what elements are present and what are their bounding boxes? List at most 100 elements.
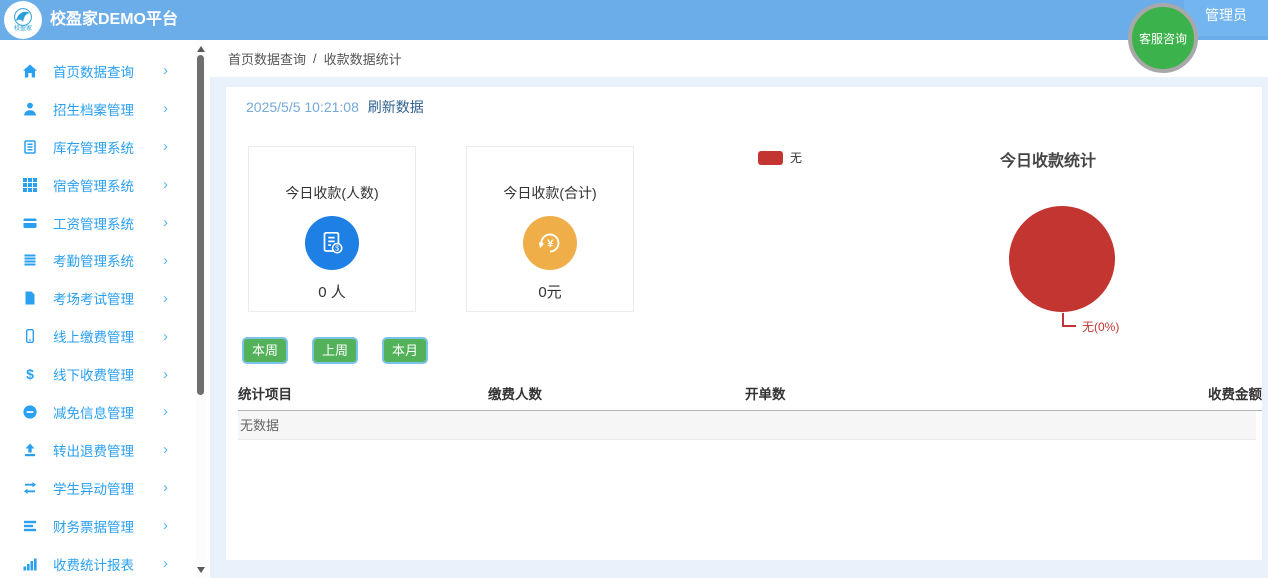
sidebar-item-label: 线下收费管理 <box>53 368 134 384</box>
chevron-right-icon: › <box>163 441 168 459</box>
svg-text:$: $ <box>26 366 34 382</box>
legend-swatch <box>758 150 783 165</box>
sidebar-item-label: 线上缴费管理 <box>53 330 134 346</box>
column-header-payers: 缴费人数 <box>488 387 542 402</box>
bill-count-icon: $ <box>305 216 359 270</box>
sidebar-item-label: 工资管理系统 <box>53 216 134 232</box>
last-week-button[interactable]: 上周 <box>312 337 359 364</box>
svg-text:$: $ <box>335 246 339 253</box>
exchange-icon <box>22 480 38 496</box>
sidebar-item-label: 宿舍管理系统 <box>53 178 134 194</box>
chevron-right-icon: › <box>163 138 168 156</box>
chevron-right-icon: › <box>163 251 168 269</box>
sidebar-item-label: 减免信息管理 <box>53 405 134 421</box>
app-title: 校盈家DEMO平台 <box>50 11 179 28</box>
refund-yen-icon: ¥ <box>523 216 577 270</box>
sidebar-item-label: 学生异动管理 <box>53 481 134 497</box>
chevron-right-icon: › <box>163 100 168 118</box>
scrollbar-thumb[interactable] <box>197 55 204 395</box>
chevron-right-icon: › <box>163 555 168 573</box>
sidebar-item-home-data[interactable]: 首页数据查询 › <box>0 52 195 90</box>
filter-button-row: 本周 上周 本月 <box>242 337 429 364</box>
sidebar-item-offline-charge[interactable]: $ 线下收费管理 › <box>0 355 195 393</box>
logo-text: 校盈家 <box>13 26 32 32</box>
sidebar-item-label: 收费统计报表 <box>53 557 134 573</box>
file-icon <box>22 290 38 306</box>
refresh-row: 2025/5/5 10:21:08 刷新数据 <box>246 97 424 117</box>
chevron-right-icon: › <box>163 289 168 307</box>
wallet-icon <box>22 215 38 231</box>
chevron-right-icon: › <box>163 176 168 194</box>
this-month-button[interactable]: 本月 <box>382 337 429 364</box>
minus-circle-icon <box>22 404 38 420</box>
sidebar-item-inventory[interactable]: 库存管理系统 › <box>0 128 195 166</box>
upload-icon <box>22 442 38 458</box>
stat-card-today-total: 今日收款(合计) ¥ 0元 <box>466 146 634 312</box>
sidebar-item-attendance[interactable]: 考勤管理系统 › <box>0 241 195 279</box>
chevron-right-icon: › <box>163 479 168 497</box>
content-area: 2025/5/5 10:21:08 刷新数据 今日收款(人数) $ 0 人 今日… <box>210 77 1268 578</box>
customer-service-button[interactable]: 客服咨询 <box>1128 3 1198 73</box>
sidebar-item-label: 转出退费管理 <box>53 443 134 459</box>
this-week-button[interactable]: 本周 <box>242 337 289 364</box>
sidebar-item-finance-bills[interactable]: 财务票据管理 › <box>0 507 195 545</box>
stat-card-title: 今日收款(人数) <box>285 185 379 201</box>
refresh-timestamp: 2025/5/5 10:21:08 <box>246 99 359 115</box>
stat-card-value: 0 人 <box>318 284 346 301</box>
table-empty-row: 无数据 <box>238 411 1256 440</box>
scroll-down-icon[interactable] <box>197 567 205 573</box>
ledger-icon <box>22 139 38 155</box>
scroll-up-icon[interactable] <box>197 46 205 52</box>
bars-icon <box>22 518 38 534</box>
sidebar-item-label: 库存管理系统 <box>53 140 134 156</box>
grid-icon <box>22 177 38 193</box>
sidebar-item-online-payment[interactable]: 线上缴费管理 › <box>0 317 195 355</box>
stat-card-title: 今日收款(合计) <box>503 185 597 201</box>
chevron-right-icon: › <box>163 517 168 535</box>
breadcrumb: 首页数据查询 / 收款数据统计 <box>210 40 1268 77</box>
refresh-data-link[interactable]: 刷新数据 <box>368 99 424 115</box>
mobile-icon <box>22 328 38 344</box>
app-header: 校盈家 校盈家DEMO平台 管理员 <box>0 0 1268 40</box>
sidebar-item-charge-reports[interactable]: 收费统计报表 › <box>0 545 195 578</box>
sidebar-scrollbar[interactable] <box>196 40 206 578</box>
list-book-icon <box>22 252 38 268</box>
sidebar-item-label: 考场考试管理 <box>53 292 134 308</box>
column-header-orders: 开单数 <box>745 387 786 402</box>
chart-legend-item[interactable]: 无 <box>758 149 802 166</box>
legend-label: 无 <box>790 151 803 165</box>
table-header-row: 统计项目 缴费人数 开单数 收费金额 <box>238 383 1262 411</box>
app-logo: 校盈家 <box>4 1 42 39</box>
svg-text:¥: ¥ <box>547 238 554 250</box>
screen: 校盈家 校盈家DEMO平台 管理员 客服咨询 首页数据查询 › 招生档案管理 ›… <box>0 0 1268 578</box>
main-panel: 2025/5/5 10:21:08 刷新数据 今日收款(人数) $ 0 人 今日… <box>226 87 1262 560</box>
sidebar-item-label: 招生档案管理 <box>53 102 134 118</box>
home-icon <box>22 63 38 79</box>
sidebar: 首页数据查询 › 招生档案管理 › 库存管理系统 › 宿舍管理系统 › 工资管理… <box>0 40 195 578</box>
breadcrumb-separator: / <box>313 51 317 66</box>
sidebar-item-payroll[interactable]: 工资管理系统 › <box>0 204 195 242</box>
stat-card-today-payers: 今日收款(人数) $ 0 人 <box>248 146 416 312</box>
statistics-table: 统计项目 缴费人数 开单数 收费金额 无数据 <box>238 383 1262 440</box>
pie-label-connector <box>1062 325 1076 327</box>
chevron-right-icon: › <box>163 403 168 421</box>
dollar-icon: $ <box>22 366 38 382</box>
sidebar-item-dormitory[interactable]: 宿舍管理系统 › <box>0 166 195 204</box>
sidebar-item-student-movement[interactable]: 学生异动管理 › <box>0 469 195 507</box>
chevron-right-icon: › <box>163 365 168 383</box>
column-header-amount: 收费金额 <box>1208 387 1262 402</box>
user-icon <box>22 101 38 117</box>
sidebar-item-exams[interactable]: 考场考试管理 › <box>0 279 195 317</box>
bar-chart-icon <box>22 556 38 572</box>
pie-slice-label: 无(0%) <box>1082 320 1120 334</box>
breadcrumb-parent[interactable]: 首页数据查询 <box>228 49 306 68</box>
chart-title: 今日收款统计 <box>999 153 1096 170</box>
sidebar-item-transfer-refund[interactable]: 转出退费管理 › <box>0 431 195 469</box>
logo-bird-icon <box>14 8 32 26</box>
chevron-right-icon: › <box>163 62 168 80</box>
sidebar-item-enrollment-archive[interactable]: 招生档案管理 › <box>0 90 195 128</box>
pie-slice-none[interactable] <box>1009 206 1115 312</box>
sidebar-item-label: 首页数据查询 <box>53 64 134 80</box>
sidebar-item-reduction-info[interactable]: 减免信息管理 › <box>0 393 195 431</box>
column-header-item: 统计项目 <box>238 387 292 402</box>
